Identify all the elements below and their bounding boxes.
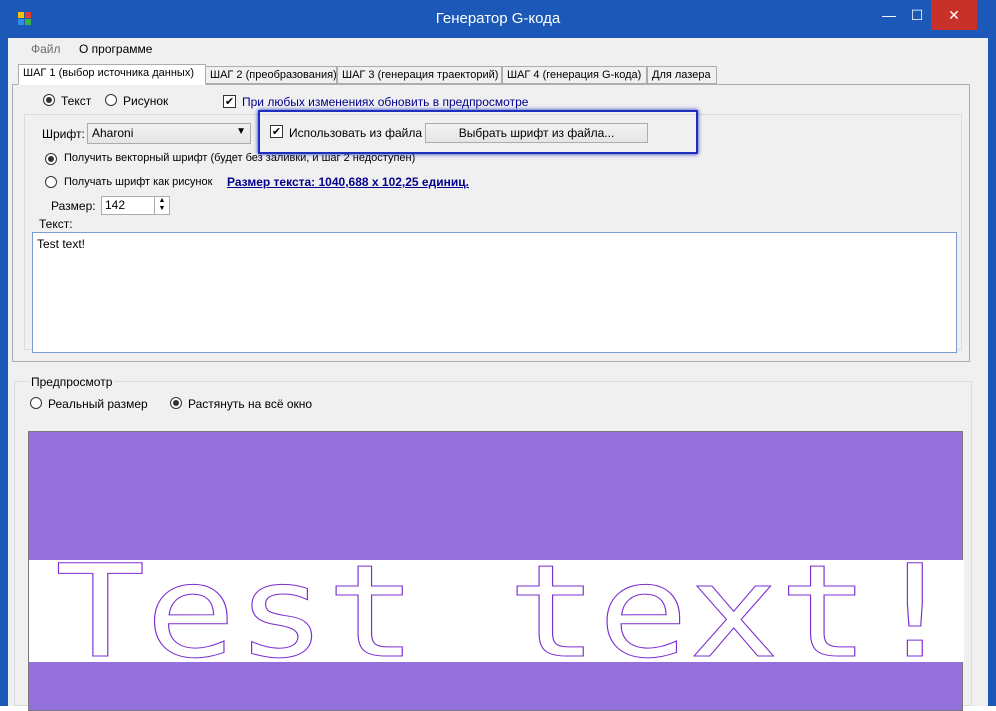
source-text-radio[interactable] — [43, 94, 55, 106]
size-value: 142 — [105, 198, 126, 212]
app-window: Генератор G-кода — ☐ ✕ Файл О программе … — [0, 0, 996, 711]
highlight-box — [258, 110, 698, 154]
font-label: Шрифт: — [42, 127, 85, 141]
raster-font-label: Получать шрифт как рисунок — [64, 176, 213, 188]
spinner-arrows-icon[interactable]: ▲ ▼ — [154, 197, 169, 214]
tab-step1[interactable]: ШАГ 1 (выбор источника данных) — [18, 64, 206, 85]
maximize-button[interactable]: ☐ — [903, 0, 931, 30]
real-size-label: Реальный размер — [48, 397, 148, 411]
font-combobox-value: Aharoni — [92, 126, 134, 140]
stretch-radio[interactable] — [170, 397, 182, 409]
menu-about[interactable]: О программе — [79, 42, 152, 56]
source-image-radio[interactable] — [105, 94, 117, 106]
raster-font-radio[interactable] — [45, 176, 57, 188]
auto-update-checkbox[interactable]: ✔ — [223, 95, 236, 108]
size-spinner[interactable]: 142 ▲ ▼ — [101, 196, 170, 215]
preview-group-label: Предпросмотр — [29, 375, 115, 389]
source-image-label: Рисунок — [123, 94, 169, 108]
preview-canvas[interactable]: Test text! — [28, 431, 964, 711]
stretch-label: Растянуть на всё окно — [188, 397, 313, 411]
size-label: Размер: — [51, 199, 96, 213]
tab-step4[interactable]: ШАГ 4 (генерация G-кода) — [502, 66, 647, 84]
tab-laser[interactable]: Для лазера — [647, 66, 717, 84]
real-size-radio[interactable] — [30, 397, 42, 409]
preview-rendered-text: Test text! — [55, 560, 960, 662]
text-size-link[interactable]: Размер текста: 1040,688 х 102,25 единиц. — [227, 175, 469, 189]
menu-bar: Файл О программе — [8, 38, 988, 60]
close-button[interactable]: ✕ — [931, 0, 977, 30]
preview-glyphs: Test text! — [55, 560, 961, 662]
auto-update-label: При любых изменениях обновить в предпрос… — [242, 95, 529, 109]
text-label: Текст: — [39, 217, 73, 231]
tab-step3[interactable]: ШАГ 3 (генерация траекторий) — [337, 66, 502, 84]
source-text-label: Текст — [61, 94, 92, 108]
chevron-down-icon: ▼ — [236, 126, 246, 137]
title-bar[interactable]: Генератор G-кода — ☐ ✕ — [0, 0, 996, 38]
text-input[interactable]: Test text! — [32, 232, 957, 353]
vector-font-radio[interactable] — [45, 153, 57, 165]
minimize-button[interactable]: — — [875, 0, 903, 30]
tab-step2[interactable]: ШАГ 2 (преобразования) — [205, 66, 337, 84]
font-combobox[interactable]: Aharoni ▼ — [87, 123, 251, 144]
menu-file[interactable]: Файл — [31, 42, 61, 56]
client-area: Файл О программе ШАГ 1 (выбор источника … — [8, 38, 988, 711]
window-title: Генератор G-кода — [435, 10, 561, 27]
